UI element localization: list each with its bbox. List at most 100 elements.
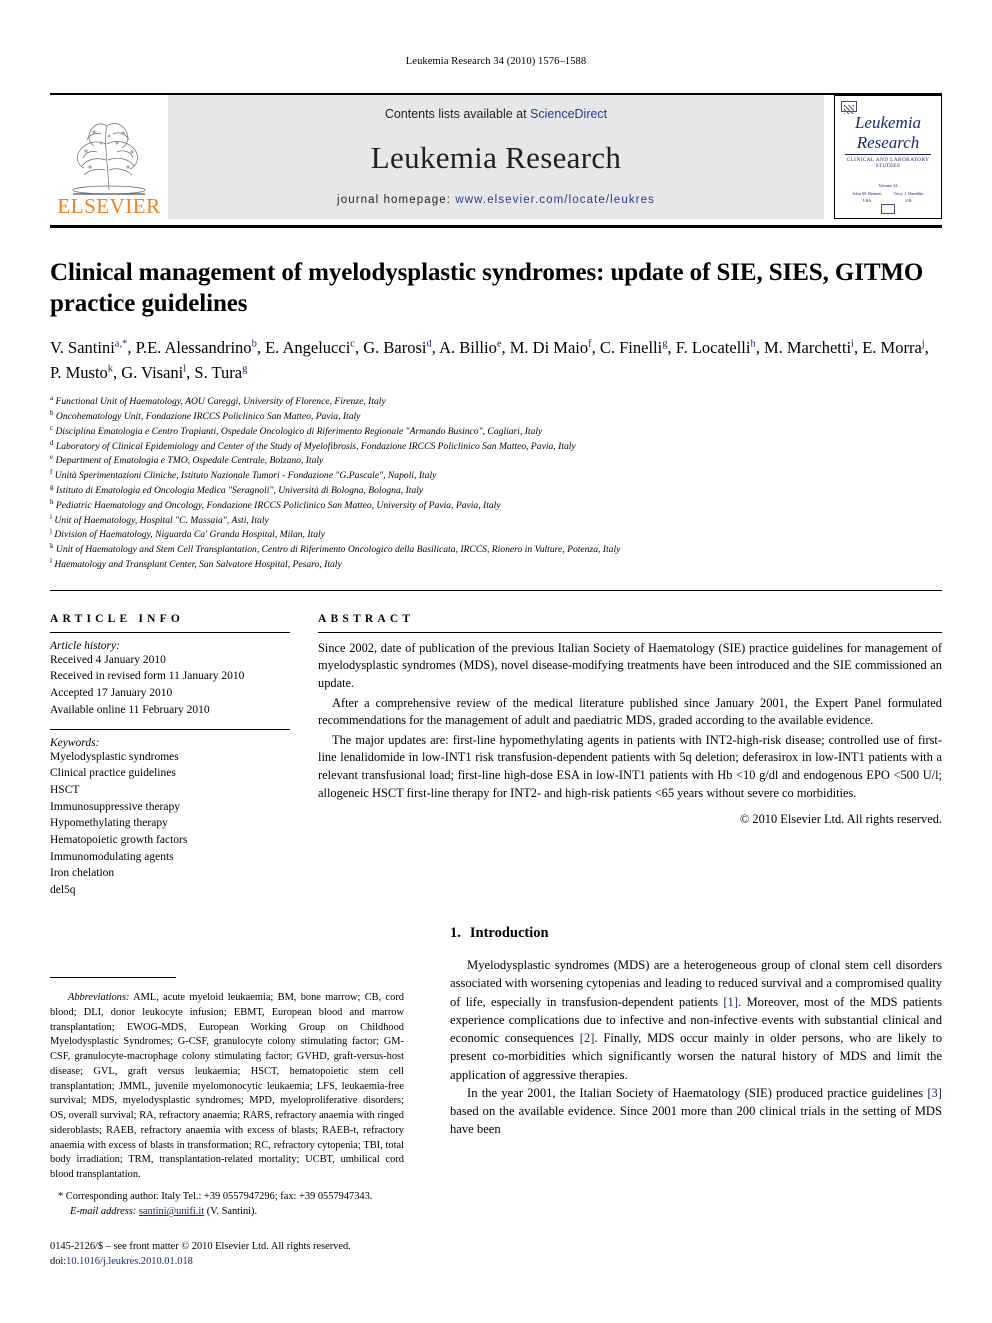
issn-copyright-line: 0145-2126/$ – see front matter © 2010 El…: [50, 1239, 404, 1269]
article-history-item: Received in revised form 11 January 2010: [50, 670, 245, 683]
affiliation-item: i Unit of Haematology, Hospital "C. Mass…: [50, 513, 942, 528]
author-affiliation-mark: g: [662, 338, 668, 350]
affiliation-item: h Pediatric Haematology and Oncology, Fo…: [50, 498, 942, 513]
email-link[interactable]: santini@unifi.it: [139, 1206, 204, 1217]
author-affiliation-mark: h: [750, 338, 756, 350]
author-affiliation-mark: g: [242, 363, 248, 374]
author-name: E. Angelucci: [265, 337, 351, 357]
doi-link[interactable]: 10.1016/j.leukres.2010.01.018: [66, 1256, 193, 1267]
sciencedirect-link[interactable]: ScienceDirect: [530, 107, 607, 121]
author-name: A. Billio: [439, 337, 497, 357]
cover-subtitle: CLINICAL AND LABORATORY STUDIES: [846, 156, 930, 169]
affiliation-text: Oncohematology Unit, Fondazione IRCCS Po…: [53, 411, 361, 423]
article-page: Leukemia Research 34 (2010) 1576–1588 EL…: [0, 0, 992, 1323]
author-affiliation-mark: k: [107, 363, 114, 374]
cover-editor-2-name: Terry J. Hamblin: [893, 191, 924, 197]
affiliation-item: c Disciplina Ematologia e Centro Trapian…: [50, 424, 942, 439]
author-affiliation-mark: l: [183, 363, 187, 374]
cover-editors: John M. Bennett USA Terry J. Hamblin UK: [853, 191, 924, 204]
article-info-rule: [50, 631, 290, 633]
cover-elsevier-mark-icon: [841, 101, 857, 114]
author-name: E. Morra: [862, 337, 922, 357]
introduction-heading-text: Introduction: [469, 925, 549, 941]
author-name: P.E. Alessandrino: [135, 337, 252, 357]
author-name: V. Santini: [50, 337, 115, 357]
email-line: E-mail address: santini@unifi.it (V. San…: [60, 1204, 404, 1219]
email-label: E-mail address:: [70, 1206, 137, 1218]
running-head: Leukemia Research 34 (2010) 1576–1588: [405, 56, 587, 67]
elsevier-tree-icon: [72, 123, 146, 195]
author-name: M. Marchetti: [763, 337, 852, 357]
cover-title-line2: Research: [856, 132, 920, 152]
abstract-copyright: © 2010 Elsevier Ltd. All rights reserved…: [739, 812, 942, 827]
introduction-body: Myelodysplastic syndromes (MDS) are a he…: [450, 956, 942, 1139]
affiliation-item: f Unità Sperimentazioni Cliniche, Istitu…: [50, 468, 942, 483]
affiliation-item: j Division of Haematology, Niguarda Ca' …: [50, 527, 942, 542]
header-bottom-rule: [50, 225, 942, 228]
abstract-paragraph: After a comprehensive review of the medi…: [318, 695, 942, 728]
affiliation-text: Division of Haematology, Niguarda Ca' Gr…: [51, 529, 325, 541]
affiliation-item: d Laboratory of Clinical Epidemiology an…: [50, 439, 942, 454]
issn-text: 0145-2126/$ – see front matter © 2010 El…: [50, 1241, 351, 1253]
keywords-list: Myelodysplastic syndromes Clinical practi…: [50, 749, 290, 899]
article-info-column: ARTICLE INFO Article history: Received 4…: [50, 613, 318, 899]
abstract-paragraph: The major updates are: first-line hypome…: [318, 732, 942, 800]
keyword-item: del5q: [50, 883, 76, 896]
journal-header-band: ELSEVIER Contents lists available at Sci…: [50, 95, 942, 219]
article-history-item: Received 4 January 2010: [50, 653, 166, 666]
affiliation-list: a Functional Unit of Haematology, AOU Ca…: [50, 394, 942, 572]
keyword-item: Myelodysplastic syndromes: [50, 750, 179, 763]
keyword-item: Hematopoietic growth factors: [50, 833, 188, 846]
abstract-rule: [318, 631, 942, 633]
homepage-url-link[interactable]: www.elsevier.com/locate/leukres: [455, 194, 655, 206]
elsevier-logo: ELSEVIER: [50, 95, 168, 219]
info-abstract-columns: ARTICLE INFO Article history: Received 4…: [50, 613, 942, 899]
cover-editor-1-loc: USA: [862, 197, 872, 203]
keyword-item: Iron chelation: [50, 867, 115, 880]
citation-link[interactable]: [1]: [723, 995, 738, 1009]
abstract-paragraph: Since 2002, date of publication of the p…: [318, 640, 942, 691]
author-name: M. Di Maio: [509, 337, 589, 357]
keyword-item: HSCT: [50, 783, 80, 796]
abbreviations-footnote: Abbreviations: AML, acute myeloid leukae…: [50, 991, 404, 1183]
cover-editor-2-loc: UK: [905, 197, 912, 203]
author-affiliation-mark: c: [350, 338, 355, 350]
contents-list-line: Contents lists available at ScienceDirec…: [385, 107, 607, 121]
affiliation-text: Unit of Haematology and Stem Cell Transp…: [53, 544, 621, 556]
author-affiliation-mark: j: [921, 338, 925, 350]
affiliation-item: a Functional Unit of Haematology, AOU Ca…: [50, 394, 942, 409]
journal-homepage-line: journal homepage: www.elsevier.com/locat…: [337, 194, 655, 206]
contents-prefix: Contents lists available at: [384, 107, 531, 121]
citation-link[interactable]: [2]: [580, 1031, 595, 1045]
cover-title-line1: Leukemia: [854, 112, 922, 132]
affiliation-text: Pediatric Haematology and Oncology, Fond…: [53, 500, 501, 512]
keywords-rule: [50, 728, 290, 730]
abbreviations-text: AML, acute myeloid leukaemia; BM, bone m…: [50, 992, 404, 1181]
page-title: Clinical management of myelodysplastic s…: [50, 259, 924, 317]
author-affiliation-mark: d: [426, 338, 432, 350]
affiliation-text: Functional Unit of Haematology, AOU Care…: [53, 396, 386, 408]
email-suffix: (V. Santini).: [206, 1206, 258, 1218]
affiliation-text: Disciplina Ematologia e Centro Trapianti…: [53, 426, 543, 438]
keyword-item: Immunomodulating agents: [50, 850, 174, 863]
affiliation-text: Istituto di Ematologia ed Oncologia Medi…: [53, 485, 424, 497]
corresponding-author-footnote: * Corresponding author. Italy Tel.: +39 …: [50, 1189, 404, 1219]
introduction-paragraph: In the year 2001, the Italian Society of…: [450, 1085, 942, 1137]
affiliation-text: Haematology and Transplant Center, San S…: [51, 559, 342, 571]
keywords-label: Keywords:: [50, 736, 100, 749]
corresponding-author-text: * Corresponding author. Italy Tel.: +39 …: [58, 1190, 373, 1202]
introduction-paragraph: Myelodysplastic syndromes (MDS) are a he…: [450, 958, 942, 1082]
author-name: G. Barosi: [363, 337, 427, 357]
page-bottom: Abbreviations: AML, acute myeloid leukae…: [50, 925, 942, 1280]
affiliation-text: Laboratory of Clinical Epidemiology and …: [53, 440, 576, 452]
footnote-rule: [50, 977, 176, 978]
introduction-column: 1. Introduction Myelodysplastic syndromes…: [450, 925, 942, 1280]
homepage-prefix: journal homepage:: [337, 194, 456, 206]
citation-link[interactable]: [3]: [927, 1086, 942, 1100]
affiliation-item: b Oncohematology Unit, Fondazione IRCCS …: [50, 409, 942, 424]
info-section-rule: [50, 589, 942, 591]
author-list: V. Santinia,*, P.E. Alessandrinob, E. An…: [50, 337, 929, 382]
cover-editor-1-name: John M. Bennett: [852, 191, 882, 197]
abstract-column: ABSTRACT Since 2002, date of publication…: [318, 613, 942, 899]
author-affiliation-mark: b: [251, 338, 257, 350]
